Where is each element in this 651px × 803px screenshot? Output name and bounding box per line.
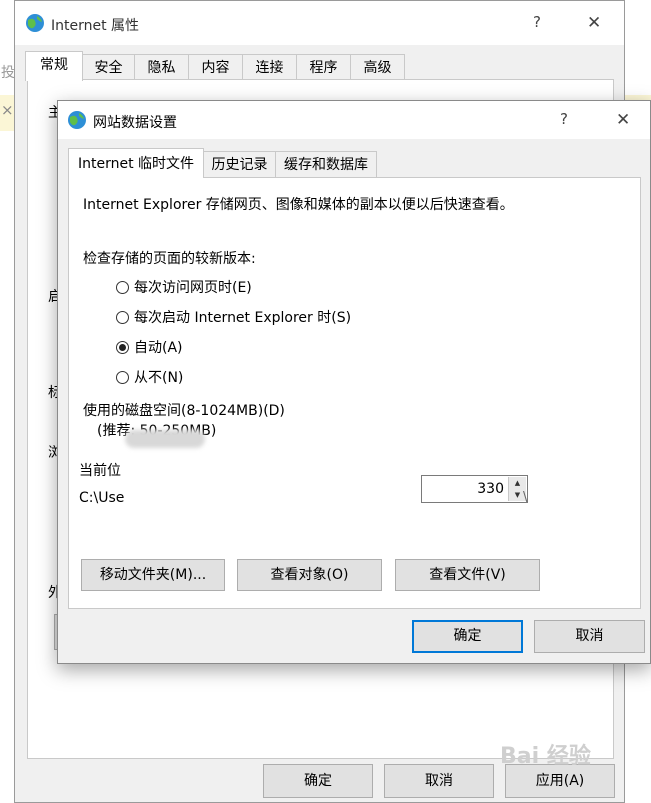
radio-every-visit[interactable]: 每次访问网页时(E) (116, 276, 252, 298)
radio-button[interactable] (116, 280, 129, 294)
radio-label: 每次启动 Internet Explorer 时(S) (134, 310, 352, 326)
tab-advanced[interactable]: 高级 (350, 54, 405, 80)
tab-temporary-internet-files[interactable]: Internet 临时文件 (68, 148, 204, 178)
left-edge-glyph: 投 (1, 65, 15, 81)
cancel-button[interactable]: 取消 (384, 764, 494, 798)
disk-space-label: 使用的磁盘空间(8-1024MB)(D) (83, 403, 285, 419)
radio-label: 从不(N) (134, 370, 184, 386)
radio-button-selected[interactable] (116, 340, 129, 354)
radio-never[interactable]: 从不(N) (116, 366, 183, 388)
tab-general[interactable]: 常规 (25, 51, 83, 81)
dialog-titlebar: 网站数据设置 ? ✕ (58, 101, 650, 139)
dialog-cancel-button[interactable]: 取消 (534, 620, 645, 653)
tab-privacy[interactable]: 隐私 (134, 54, 189, 80)
radio-automatic[interactable]: 自动(A) (116, 336, 183, 358)
ok-button[interactable]: 确定 (263, 764, 373, 798)
help-button[interactable]: ? (533, 13, 541, 31)
current-location-path-tail: \ (523, 490, 528, 505)
dialog-close-icon[interactable]: ✕ (616, 110, 630, 130)
website-data-settings-dialog: 网站数据设置 ? ✕ Internet 临时文件 历史记录 缓存和数据库 Int… (57, 100, 651, 664)
close-icon[interactable]: ✕ (587, 13, 601, 33)
dialog-ok-button[interactable]: 确定 (412, 620, 523, 653)
move-folder-button[interactable]: 移动文件夹(M)... (81, 559, 225, 591)
watermark: Bai 经验 (500, 744, 591, 769)
tab-caches-databases[interactable]: 缓存和数据库 (275, 151, 377, 178)
tab-security[interactable]: 安全 (82, 54, 135, 80)
globe-icon (26, 14, 44, 32)
tab-content[interactable]: 内容 (188, 54, 243, 80)
temporary-files-panel: Internet Explorer 存储网页、图像和媒体的副本以便以后快速查看。… (68, 177, 641, 609)
view-files-button[interactable]: 查看文件(V) (395, 559, 540, 591)
radio-button[interactable] (116, 310, 129, 324)
radio-label: 自动(A) (134, 340, 183, 356)
view-objects-button[interactable]: 查看对象(O) (237, 559, 382, 591)
tab-connections[interactable]: 连接 (242, 54, 297, 80)
radio-every-start[interactable]: 每次启动 Internet Explorer 时(S) (116, 306, 351, 328)
current-location-path: C:\Use (79, 490, 125, 506)
globe-icon (68, 111, 86, 129)
radio-button[interactable] (116, 370, 129, 384)
left-edge-close-icon[interactable]: × (1, 101, 14, 119)
current-location-label: 当前位 (79, 463, 121, 479)
redaction-smudge (125, 430, 205, 448)
description-text: Internet Explorer 存储网页、图像和媒体的副本以便以后快速查看。 (83, 197, 514, 213)
dialog-title: 网站数据设置 (93, 115, 177, 131)
check-newer-label: 检查存储的页面的较新版本: (83, 251, 256, 267)
titlebar: Internet 属性 ? ✕ (15, 1, 624, 45)
tab-history[interactable]: 历史记录 (203, 151, 276, 178)
radio-label: 每次访问网页时(E) (134, 280, 252, 296)
window-title: Internet 属性 (51, 18, 140, 34)
tab-programs[interactable]: 程序 (296, 54, 351, 80)
disk-space-stepper[interactable]: 330 ▲ ▼ (421, 475, 528, 503)
dialog-help-button[interactable]: ? (560, 110, 568, 128)
disk-space-value[interactable]: 330 (426, 481, 504, 497)
